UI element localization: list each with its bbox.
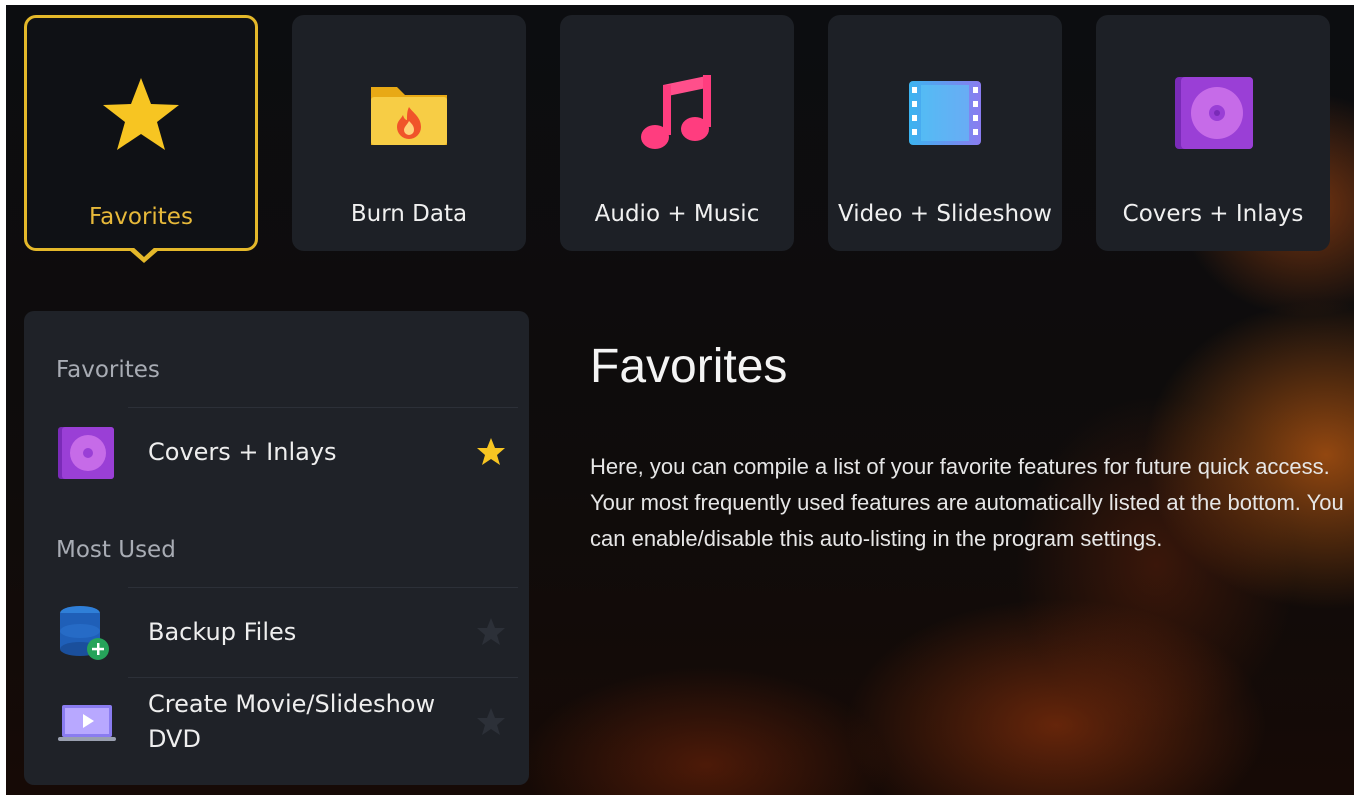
database-add-icon (60, 606, 109, 660)
tile-covers-inlays[interactable]: Covers + Inlays (1096, 15, 1330, 251)
tile-favorites[interactable]: Favorites (24, 15, 258, 251)
favorite-star-icon[interactable] (476, 617, 506, 647)
disc-cover-icon (58, 427, 114, 479)
folder-fire-icon (371, 87, 447, 145)
list-item-label: Backup Files (148, 617, 297, 646)
laptop-play-icon (58, 705, 116, 741)
tile-label: Video + Slideshow (838, 201, 1052, 227)
page-title: Favorites (590, 340, 788, 393)
page-description: Here, you can compile a list of your fav… (590, 454, 1344, 551)
star-icon (103, 78, 179, 150)
favorites-heading: Favorites (56, 357, 160, 383)
most-used-heading: Most Used (56, 537, 176, 563)
tile-label: Audio + Music (594, 201, 760, 227)
disc-cover-icon (1175, 77, 1253, 149)
tile-label: Covers + Inlays (1122, 201, 1304, 227)
favorites-panel: Favorites Covers + Inlays Most Used Back… (24, 311, 529, 785)
favorite-star-icon[interactable] (476, 707, 506, 737)
music-note-icon (641, 75, 711, 149)
film-strip-icon (909, 81, 981, 145)
tile-burn-data[interactable]: Burn Data (292, 15, 526, 251)
list-item-label: Covers + Inlays (148, 437, 337, 466)
tile-video-slideshow[interactable]: Video + Slideshow (828, 15, 1062, 251)
app-window: Favorites Burn Data Audio + Music Video … (6, 5, 1354, 795)
list-item-label: Create Movie/Slideshow DVD (148, 690, 436, 753)
tile-label: Favorites (89, 204, 193, 230)
list-item-covers-inlays[interactable]: Covers + Inlays (56, 407, 518, 497)
active-tile-pointer (128, 246, 160, 263)
favorite-star-icon[interactable] (476, 437, 506, 467)
tile-audio-music[interactable]: Audio + Music (560, 15, 794, 251)
list-item-backup-files[interactable]: Backup Files (56, 587, 518, 677)
list-item-create-movie-dvd[interactable]: Create Movie/Slideshow DVD (56, 677, 518, 767)
tile-label: Burn Data (350, 201, 468, 227)
